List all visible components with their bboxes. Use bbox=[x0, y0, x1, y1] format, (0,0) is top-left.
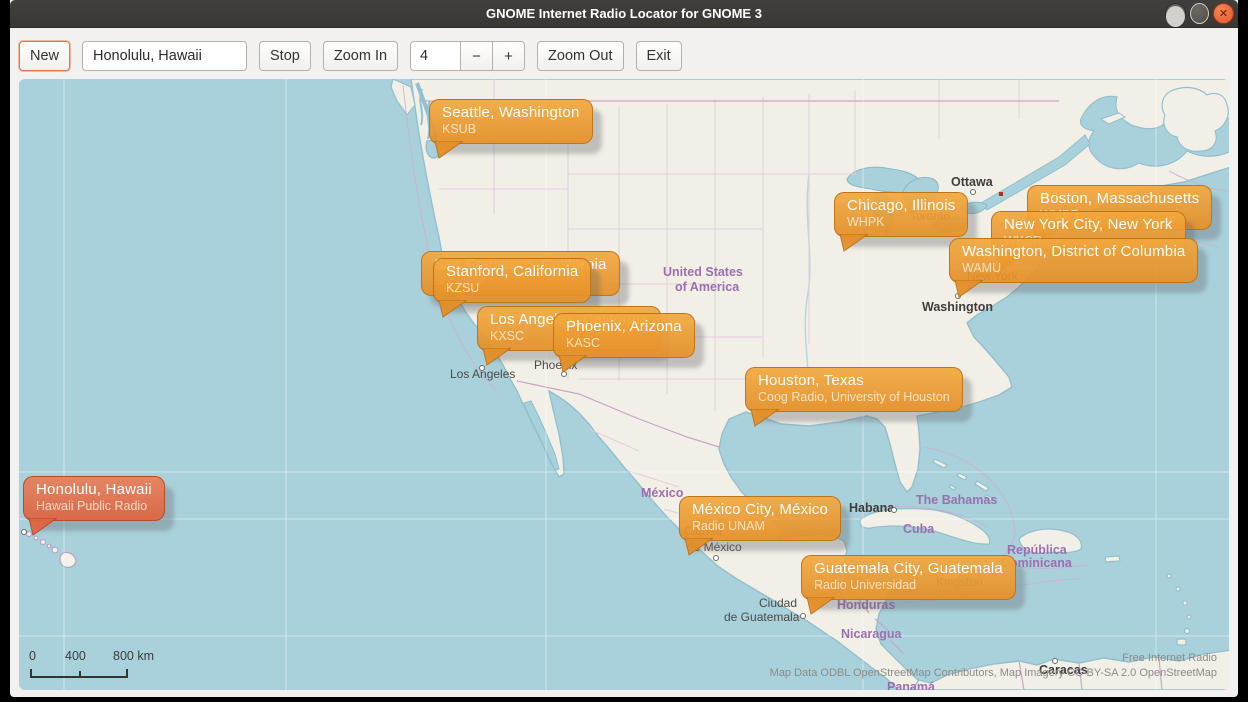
callout-title: Houston, Texas bbox=[758, 372, 950, 390]
callout-guatemala-city[interactable]: Guatemala City, Guatemala Radio Universi… bbox=[801, 555, 1016, 600]
close-icon: ✕ bbox=[1214, 3, 1233, 24]
map-label-cuba: Cuba bbox=[903, 522, 934, 536]
close-button[interactable]: ✕ bbox=[1213, 3, 1234, 24]
callout-title: Seattle, Washington bbox=[442, 104, 580, 122]
map-tiles bbox=[19, 79, 1229, 690]
attribution-osm: Map Data ODBL OpenStreetMap Contributors… bbox=[770, 667, 1217, 679]
callout-title: Honolulu, Hawaii bbox=[36, 481, 152, 499]
location-input[interactable] bbox=[82, 41, 247, 71]
zoom-decrement-button[interactable]: − bbox=[461, 41, 493, 71]
callout-chicago[interactable]: Chicago, Illinois WHPK bbox=[834, 192, 968, 237]
map-label-guatemala-city-2: de Guatemala bbox=[724, 610, 799, 624]
new-button[interactable]: New bbox=[19, 41, 70, 71]
callout-phoenix[interactable]: Phoenix, Arizona KASC bbox=[553, 313, 695, 358]
callout-tail bbox=[805, 597, 835, 615]
callout-bubble: Phoenix, Arizona KASC bbox=[553, 313, 695, 358]
callout-houston[interactable]: Houston, Texas Coog Radio, University of… bbox=[745, 367, 963, 412]
zoom-increment-button[interactable]: + bbox=[493, 41, 525, 71]
poi-marker bbox=[999, 192, 1003, 196]
callout-title: Stanford, California bbox=[446, 263, 578, 281]
callout-title: México City, México bbox=[692, 501, 828, 519]
callout-subtitle: Radio UNAM bbox=[692, 519, 828, 534]
callout-title: New York City, New York bbox=[1004, 216, 1173, 234]
callout-subtitle: KZSU bbox=[446, 281, 578, 296]
callout-tail bbox=[437, 300, 467, 318]
callout-stanford[interactable]: Stanford, California KZSU bbox=[433, 258, 591, 303]
callout-washington-dc[interactable]: Washington, District of Columbia WAMU bbox=[949, 238, 1198, 283]
town-marker-habana bbox=[891, 507, 897, 513]
town-marker-ottawa bbox=[970, 189, 976, 195]
minimize-icon bbox=[1166, 6, 1185, 27]
callout-seattle[interactable]: Seattle, Washington KSUB bbox=[429, 99, 593, 144]
attribution-radio: Free Internet Radio bbox=[1122, 652, 1217, 664]
map-label-guatemala-city-1: Ciudad bbox=[759, 596, 797, 610]
callout-subtitle: WHPK bbox=[847, 215, 955, 230]
scale-rule bbox=[30, 669, 128, 678]
callout-bubble: Washington, District of Columbia WAMU bbox=[949, 238, 1198, 283]
callout-subtitle: WAMU bbox=[962, 261, 1185, 276]
zoom-out-button[interactable]: Zoom Out bbox=[537, 41, 623, 71]
callout-bubble: México City, México Radio UNAM bbox=[679, 496, 841, 541]
app-window: GNOME Internet Radio Locator for GNOME 3… bbox=[10, 0, 1238, 697]
scale-tick-0: 0 bbox=[29, 649, 36, 663]
callout-title: Chicago, Illinois bbox=[847, 197, 955, 215]
titlebar[interactable]: GNOME Internet Radio Locator for GNOME 3… bbox=[10, 0, 1238, 28]
scale-bar: 0 400 800 km bbox=[27, 649, 157, 683]
maximize-button[interactable] bbox=[1189, 3, 1210, 24]
zoom-level-spinner: 4 − + bbox=[410, 41, 525, 71]
callout-title: Washington, District of Columbia bbox=[962, 243, 1185, 261]
map-label-usa-2: of America bbox=[675, 280, 739, 294]
map-label-mexico: México bbox=[641, 486, 683, 500]
maximize-icon bbox=[1190, 3, 1209, 24]
callout-subtitle: Radio Universidad bbox=[814, 578, 1003, 593]
callout-honolulu[interactable]: Honolulu, Hawaii Hawaii Public Radio bbox=[23, 476, 165, 521]
callout-mexico-city[interactable]: México City, México Radio UNAM bbox=[679, 496, 841, 541]
callout-subtitle: KSUB bbox=[442, 122, 580, 137]
callout-tail bbox=[683, 538, 713, 556]
map-label-ottawa: Ottawa bbox=[951, 175, 993, 189]
callout-tail bbox=[557, 355, 587, 373]
scale-tick-400: 400 bbox=[65, 649, 86, 663]
callout-title: Phoenix, Arizona bbox=[566, 318, 682, 336]
minimize-button[interactable] bbox=[1165, 3, 1186, 24]
map-label-habana: Habana bbox=[849, 501, 894, 515]
toolbar: New Stop Zoom In 4 − + Zoom Out Exit bbox=[10, 28, 1238, 79]
zoom-in-button[interactable]: Zoom In bbox=[323, 41, 398, 71]
callout-tail bbox=[953, 280, 983, 298]
map-label-panama: Panamá bbox=[887, 680, 935, 690]
callout-subtitle: Coog Radio, University of Houston bbox=[758, 390, 950, 405]
callout-bubble: Houston, Texas Coog Radio, University of… bbox=[745, 367, 963, 412]
callout-tail bbox=[27, 518, 57, 536]
callout-bubble: Honolulu, Hawaii Hawaii Public Radio bbox=[23, 476, 165, 521]
window-title: GNOME Internet Radio Locator for GNOME 3 bbox=[10, 0, 1238, 28]
callout-subtitle: KASC bbox=[566, 336, 682, 351]
callout-tail bbox=[749, 409, 779, 427]
callout-title: Guatemala City, Guatemala bbox=[814, 560, 1003, 578]
map-label-washington: Washington bbox=[922, 300, 993, 314]
stop-button[interactable]: Stop bbox=[259, 41, 311, 71]
callout-tail bbox=[433, 141, 463, 159]
scale-tick-800: 800 km bbox=[113, 649, 154, 663]
map-label-bahamas: The Bahamas bbox=[916, 493, 997, 507]
map-label-usa-1: United States bbox=[663, 265, 743, 279]
map-label-nicaragua: Nicaragua bbox=[841, 627, 901, 641]
callout-tail bbox=[838, 234, 868, 252]
callout-bubble: Guatemala City, Guatemala Radio Universi… bbox=[801, 555, 1016, 600]
callout-subtitle: Hawaii Public Radio bbox=[36, 499, 152, 514]
callout-tail bbox=[481, 348, 511, 366]
map-label-honduras: Honduras bbox=[837, 598, 895, 612]
zoom-level-value[interactable]: 4 bbox=[410, 41, 461, 71]
town-marker-cdmx bbox=[713, 555, 719, 561]
callout-bubble: Seattle, Washington KSUB bbox=[429, 99, 593, 144]
town-marker-caracas bbox=[1052, 658, 1058, 664]
map-canvas[interactable]: Ottawa Toronto Washington United States … bbox=[19, 79, 1229, 690]
callout-bubble: Chicago, Illinois WHPK bbox=[834, 192, 968, 237]
callout-bubble: Stanford, California KZSU bbox=[433, 258, 591, 303]
exit-button[interactable]: Exit bbox=[636, 41, 682, 71]
callout-title: Boston, Massachusetts bbox=[1040, 190, 1199, 208]
